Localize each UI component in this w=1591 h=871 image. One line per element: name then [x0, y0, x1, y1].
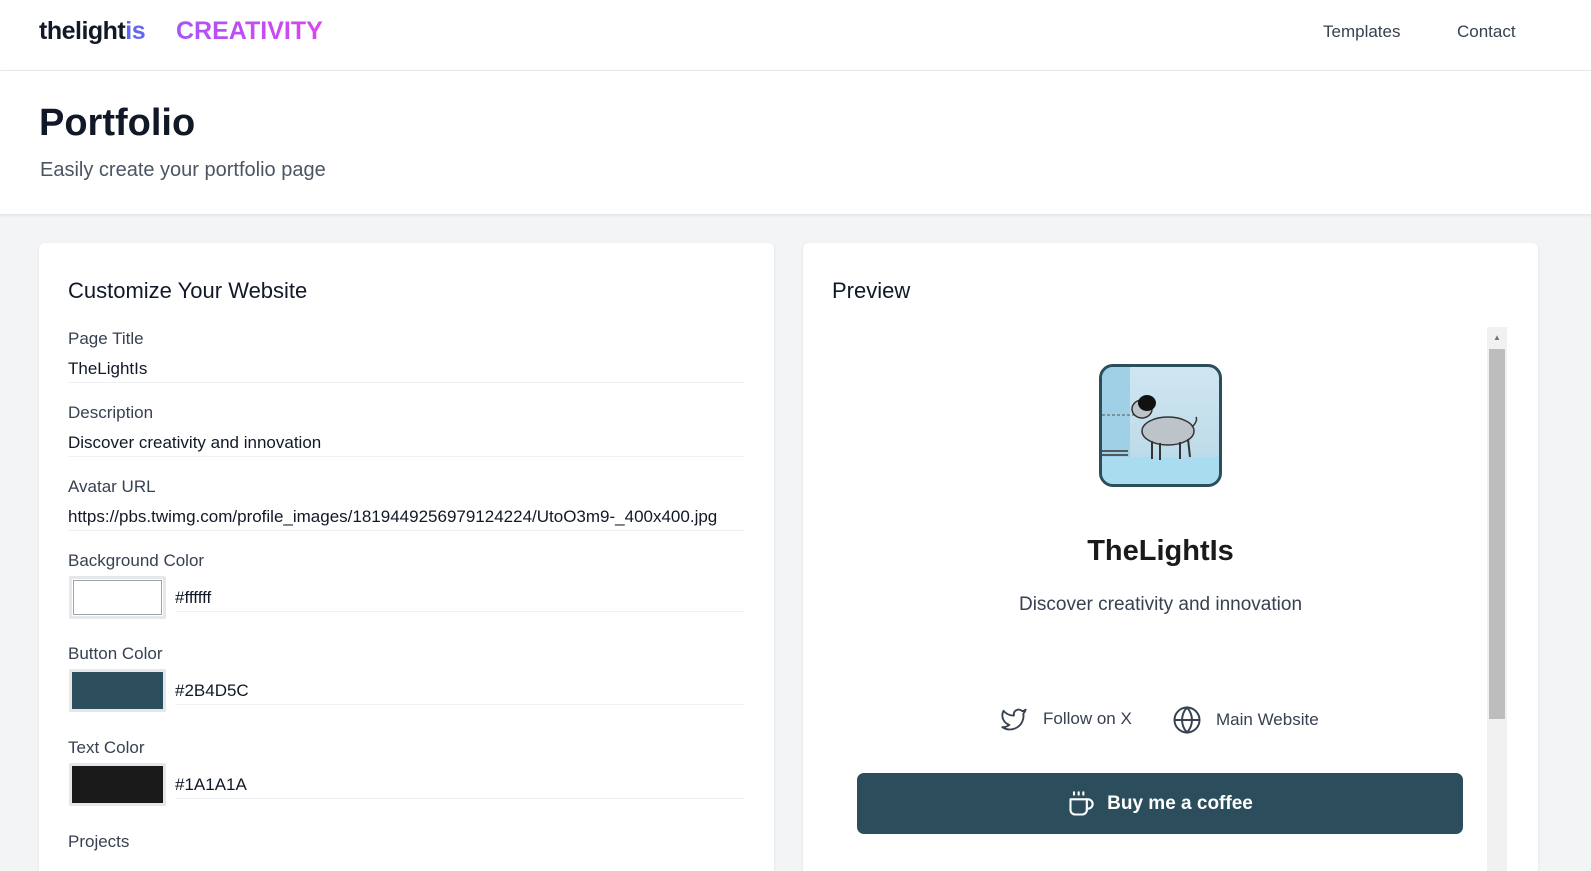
- twitter-bird-icon: [1001, 708, 1027, 731]
- coffee-cup-icon: [1069, 790, 1094, 816]
- avatar: [1099, 364, 1222, 487]
- globe-icon: [1173, 706, 1201, 734]
- brand-accent-text: is: [125, 17, 146, 45]
- avatar-url-label: Avatar URL: [68, 477, 156, 496]
- main-website-link[interactable]: Main Website: [1172, 705, 1319, 735]
- top-navbar: thelightis CREATIVITY Templates Contact: [0, 0, 1591, 71]
- scroll-up-arrow-icon[interactable]: ▲: [1487, 327, 1507, 347]
- nav-link-templates[interactable]: Templates: [1323, 21, 1400, 43]
- preview-card: Preview ▲ TheLightIs Discover creativity…: [803, 243, 1538, 871]
- brand-main-text: thelight: [39, 17, 126, 45]
- preview-heading: Preview: [832, 278, 911, 303]
- description-input[interactable]: [68, 429, 744, 457]
- button-color-picker[interactable]: [69, 669, 166, 712]
- button-color-label: Button Color: [68, 644, 163, 663]
- buy-me-a-coffee-button[interactable]: Buy me a coffee: [857, 773, 1463, 834]
- buy-me-a-coffee-label: Buy me a coffee: [1107, 792, 1253, 814]
- button-color-input[interactable]: [175, 677, 744, 705]
- text-color-label: Text Color: [68, 738, 145, 757]
- preview-profile-name: TheLightIs: [1087, 535, 1234, 567]
- page-title: Portfolio: [39, 102, 196, 144]
- avatar-image: [1102, 367, 1219, 484]
- customize-heading: Customize Your Website: [68, 278, 308, 303]
- background-color-label: Background Color: [68, 551, 205, 570]
- description-label: Description: [68, 403, 154, 422]
- projects-label: Projects: [68, 832, 130, 851]
- follow-on-x-link[interactable]: Follow on X: [999, 705, 1132, 733]
- preview-profile-description: Discover creativity and innovation: [1018, 594, 1303, 615]
- avatar-url-input[interactable]: [68, 503, 744, 531]
- page-subtitle: Easily create your portfolio page: [40, 159, 326, 181]
- brand-logo[interactable]: thelightis: [39, 15, 146, 47]
- brand-creativity-label: CREATIVITY: [176, 17, 323, 45]
- text-color-picker[interactable]: [69, 763, 166, 806]
- background-color-input[interactable]: [175, 584, 744, 612]
- background-color-picker[interactable]: [69, 576, 166, 619]
- follow-on-x-label: Follow on X: [1043, 709, 1132, 728]
- text-color-input[interactable]: [175, 771, 744, 799]
- nav-link-contact[interactable]: Contact: [1457, 21, 1516, 43]
- main-website-label: Main Website: [1216, 710, 1319, 729]
- page-title-label: Page Title: [68, 329, 144, 348]
- page-title-input[interactable]: [68, 355, 744, 383]
- swatch-border: [73, 580, 162, 615]
- page-header: Portfolio Easily create your portfolio p…: [0, 71, 1591, 215]
- customize-card: Customize Your Website Page Title Descri…: [39, 243, 774, 871]
